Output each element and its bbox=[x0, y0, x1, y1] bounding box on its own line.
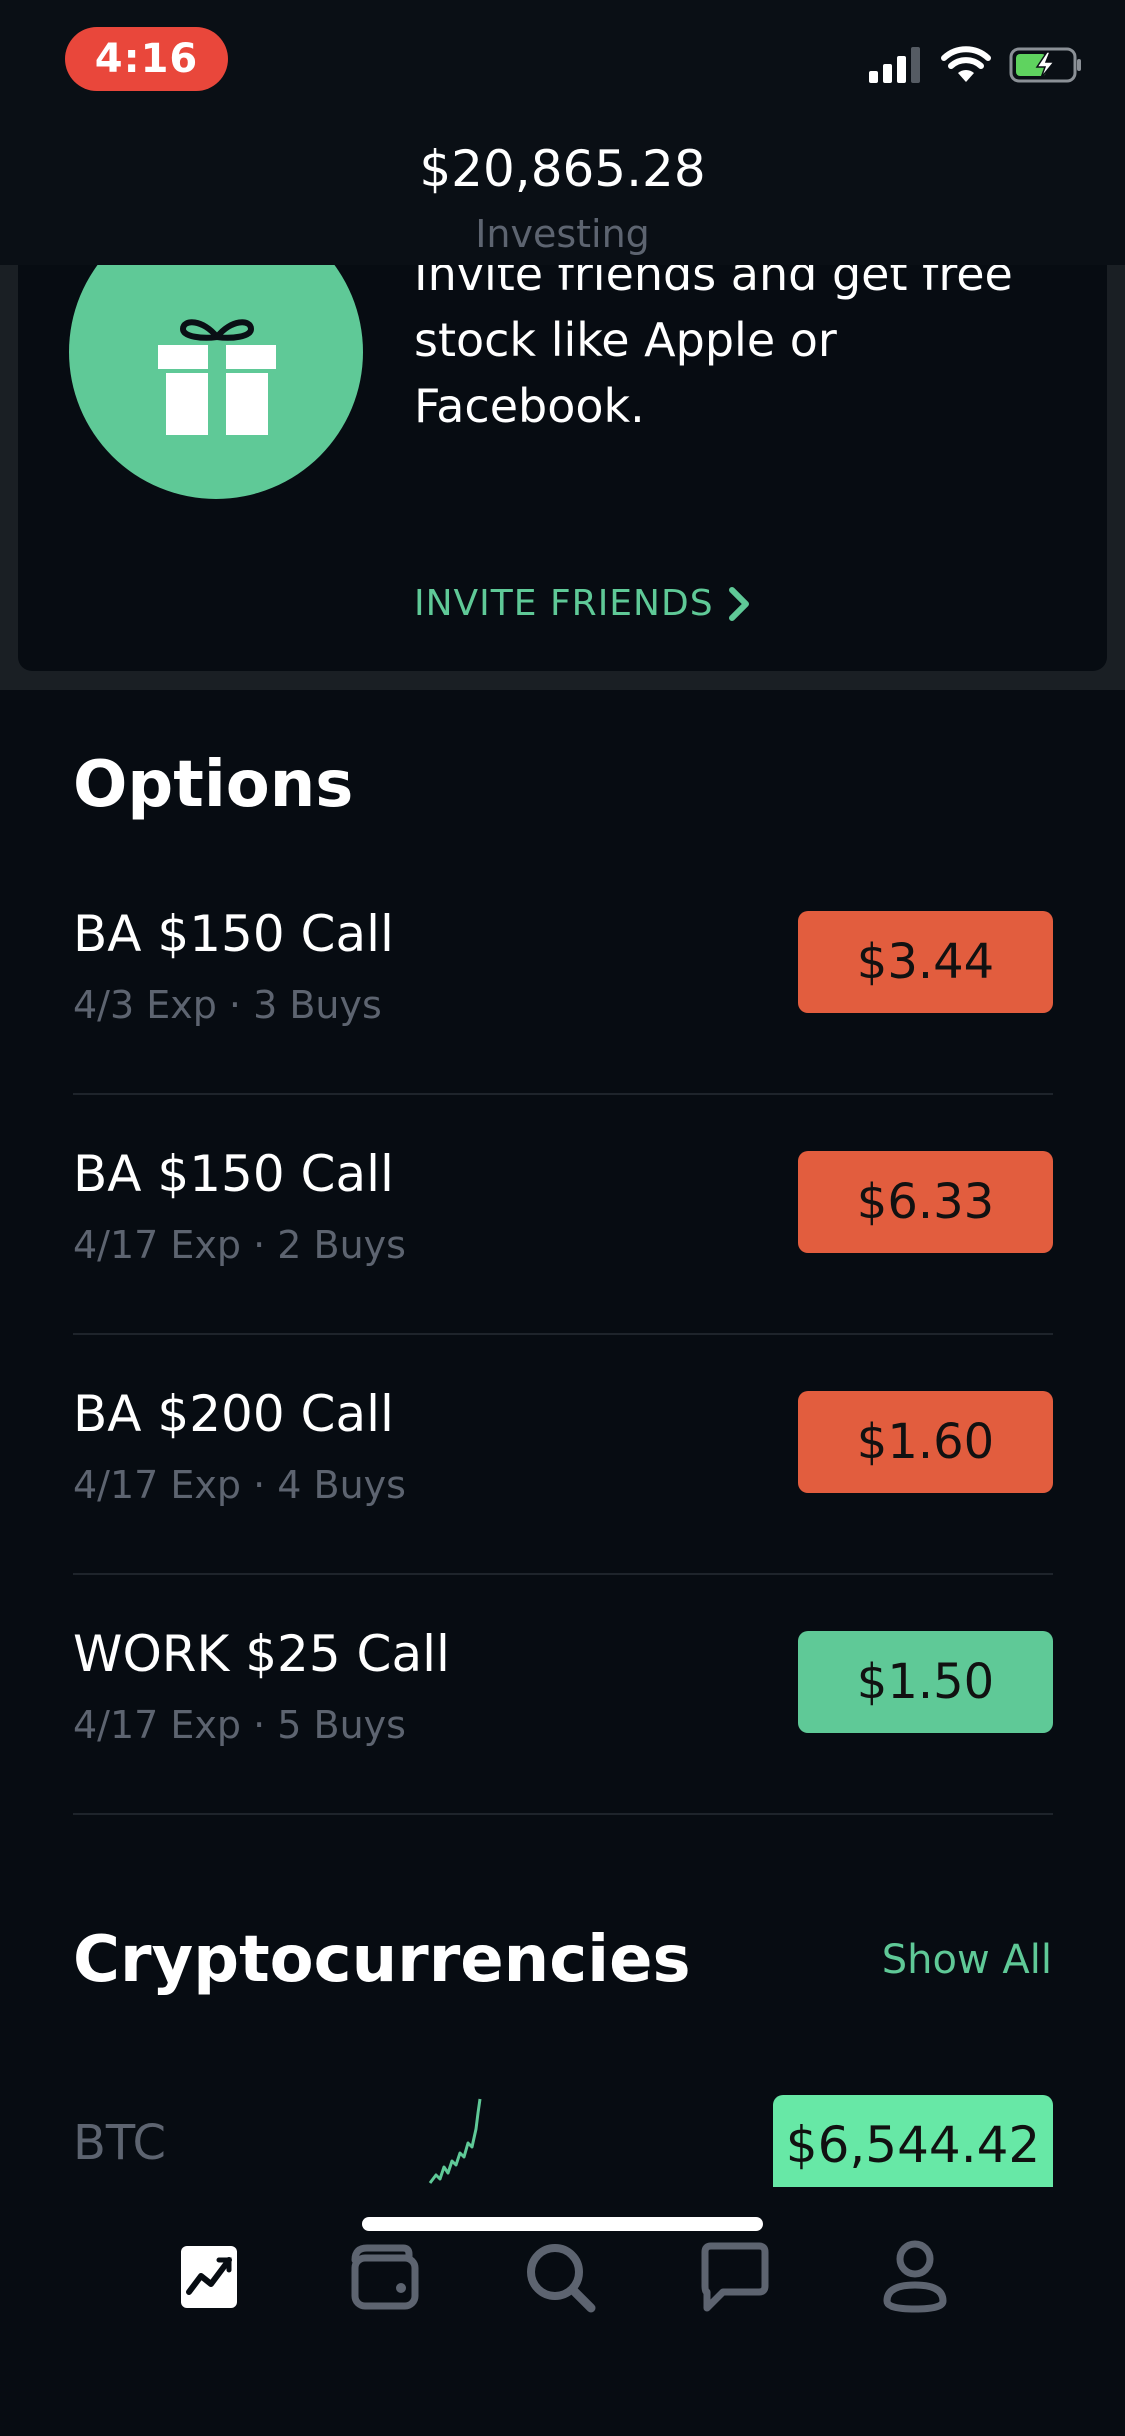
tab-home[interactable] bbox=[164, 2232, 254, 2322]
chevron-right-icon bbox=[728, 586, 749, 621]
invite-card[interactable]: Invite friends and get free stock like A… bbox=[18, 265, 1107, 671]
portfolio-header[interactable]: $20,865.28 Investing bbox=[0, 130, 1125, 265]
invite-friends-label: INVITE FRIENDS bbox=[414, 583, 714, 624]
status-icons bbox=[869, 46, 1083, 84]
crypto-symbol: BTC bbox=[73, 2115, 166, 2171]
chart-icon bbox=[181, 2246, 237, 2308]
home-indicator[interactable] bbox=[362, 2217, 763, 2231]
option-price-button[interactable]: $3.44 bbox=[798, 911, 1053, 1013]
sparkline-chart bbox=[428, 2098, 482, 2184]
options-heading: Options bbox=[73, 748, 354, 822]
crypto-row[interactable]: BTC $6,544.42 bbox=[73, 2095, 1053, 2195]
battery-charging-icon bbox=[1009, 47, 1081, 83]
app-screen: 4:16 $20,865.28 Investing Invite friends… bbox=[0, 0, 1125, 2436]
option-price-button[interactable]: $1.50 bbox=[798, 1631, 1053, 1733]
show-all-link[interactable]: Show All bbox=[882, 1937, 1052, 1983]
option-price-button[interactable]: $6.33 bbox=[798, 1151, 1053, 1253]
status-time[interactable]: 4:16 bbox=[65, 27, 228, 91]
tab-messages[interactable] bbox=[690, 2232, 780, 2322]
tab-wallet[interactable] bbox=[340, 2232, 430, 2322]
portfolio-value: $20,865.28 bbox=[419, 140, 706, 198]
gift-icon bbox=[158, 319, 276, 435]
option-name: BA $200 Call bbox=[73, 1385, 394, 1443]
cellular-signal-icon bbox=[869, 47, 920, 83]
option-details: 4/17 Exp · 5 Buys bbox=[73, 1703, 406, 1747]
option-row[interactable]: WORK $25 Call 4/17 Exp · 5 Buys $1.50 bbox=[73, 1575, 1053, 1815]
option-row[interactable]: BA $150 Call 4/17 Exp · 2 Buys $6.33 bbox=[73, 1095, 1053, 1335]
option-price-button[interactable]: $1.60 bbox=[798, 1391, 1053, 1493]
wifi-icon bbox=[941, 46, 991, 82]
portfolio-label: Investing bbox=[475, 212, 650, 256]
tab-account[interactable] bbox=[870, 2232, 960, 2322]
option-row[interactable]: BA $150 Call 4/3 Exp · 3 Buys $3.44 bbox=[73, 855, 1053, 1095]
wallet-icon bbox=[351, 2244, 419, 2310]
option-name: BA $150 Call bbox=[73, 1145, 394, 1203]
option-details: 4/3 Exp · 3 Buys bbox=[73, 983, 382, 1027]
option-name: BA $150 Call bbox=[73, 905, 394, 963]
status-bar: 4:16 bbox=[0, 0, 1125, 130]
tab-search[interactable] bbox=[515, 2232, 605, 2322]
option-row[interactable]: BA $200 Call 4/17 Exp · 4 Buys $1.60 bbox=[73, 1335, 1053, 1575]
invite-friends-link[interactable]: INVITE FRIENDS bbox=[414, 583, 750, 624]
invite-section: Invite friends and get free stock like A… bbox=[0, 265, 1125, 690]
crypto-heading: Cryptocurrencies bbox=[73, 1923, 691, 1997]
option-details: 4/17 Exp · 4 Buys bbox=[73, 1463, 406, 1507]
invite-message: Invite friends and get free stock like A… bbox=[414, 265, 1013, 433]
search-icon bbox=[527, 2244, 596, 2313]
option-details: 4/17 Exp · 2 Buys bbox=[73, 1223, 406, 1267]
account-icon bbox=[883, 2240, 947, 2313]
chat-icon bbox=[701, 2242, 769, 2312]
crypto-price-button[interactable]: $6,544.42 bbox=[773, 2095, 1053, 2195]
option-name: WORK $25 Call bbox=[73, 1625, 450, 1683]
